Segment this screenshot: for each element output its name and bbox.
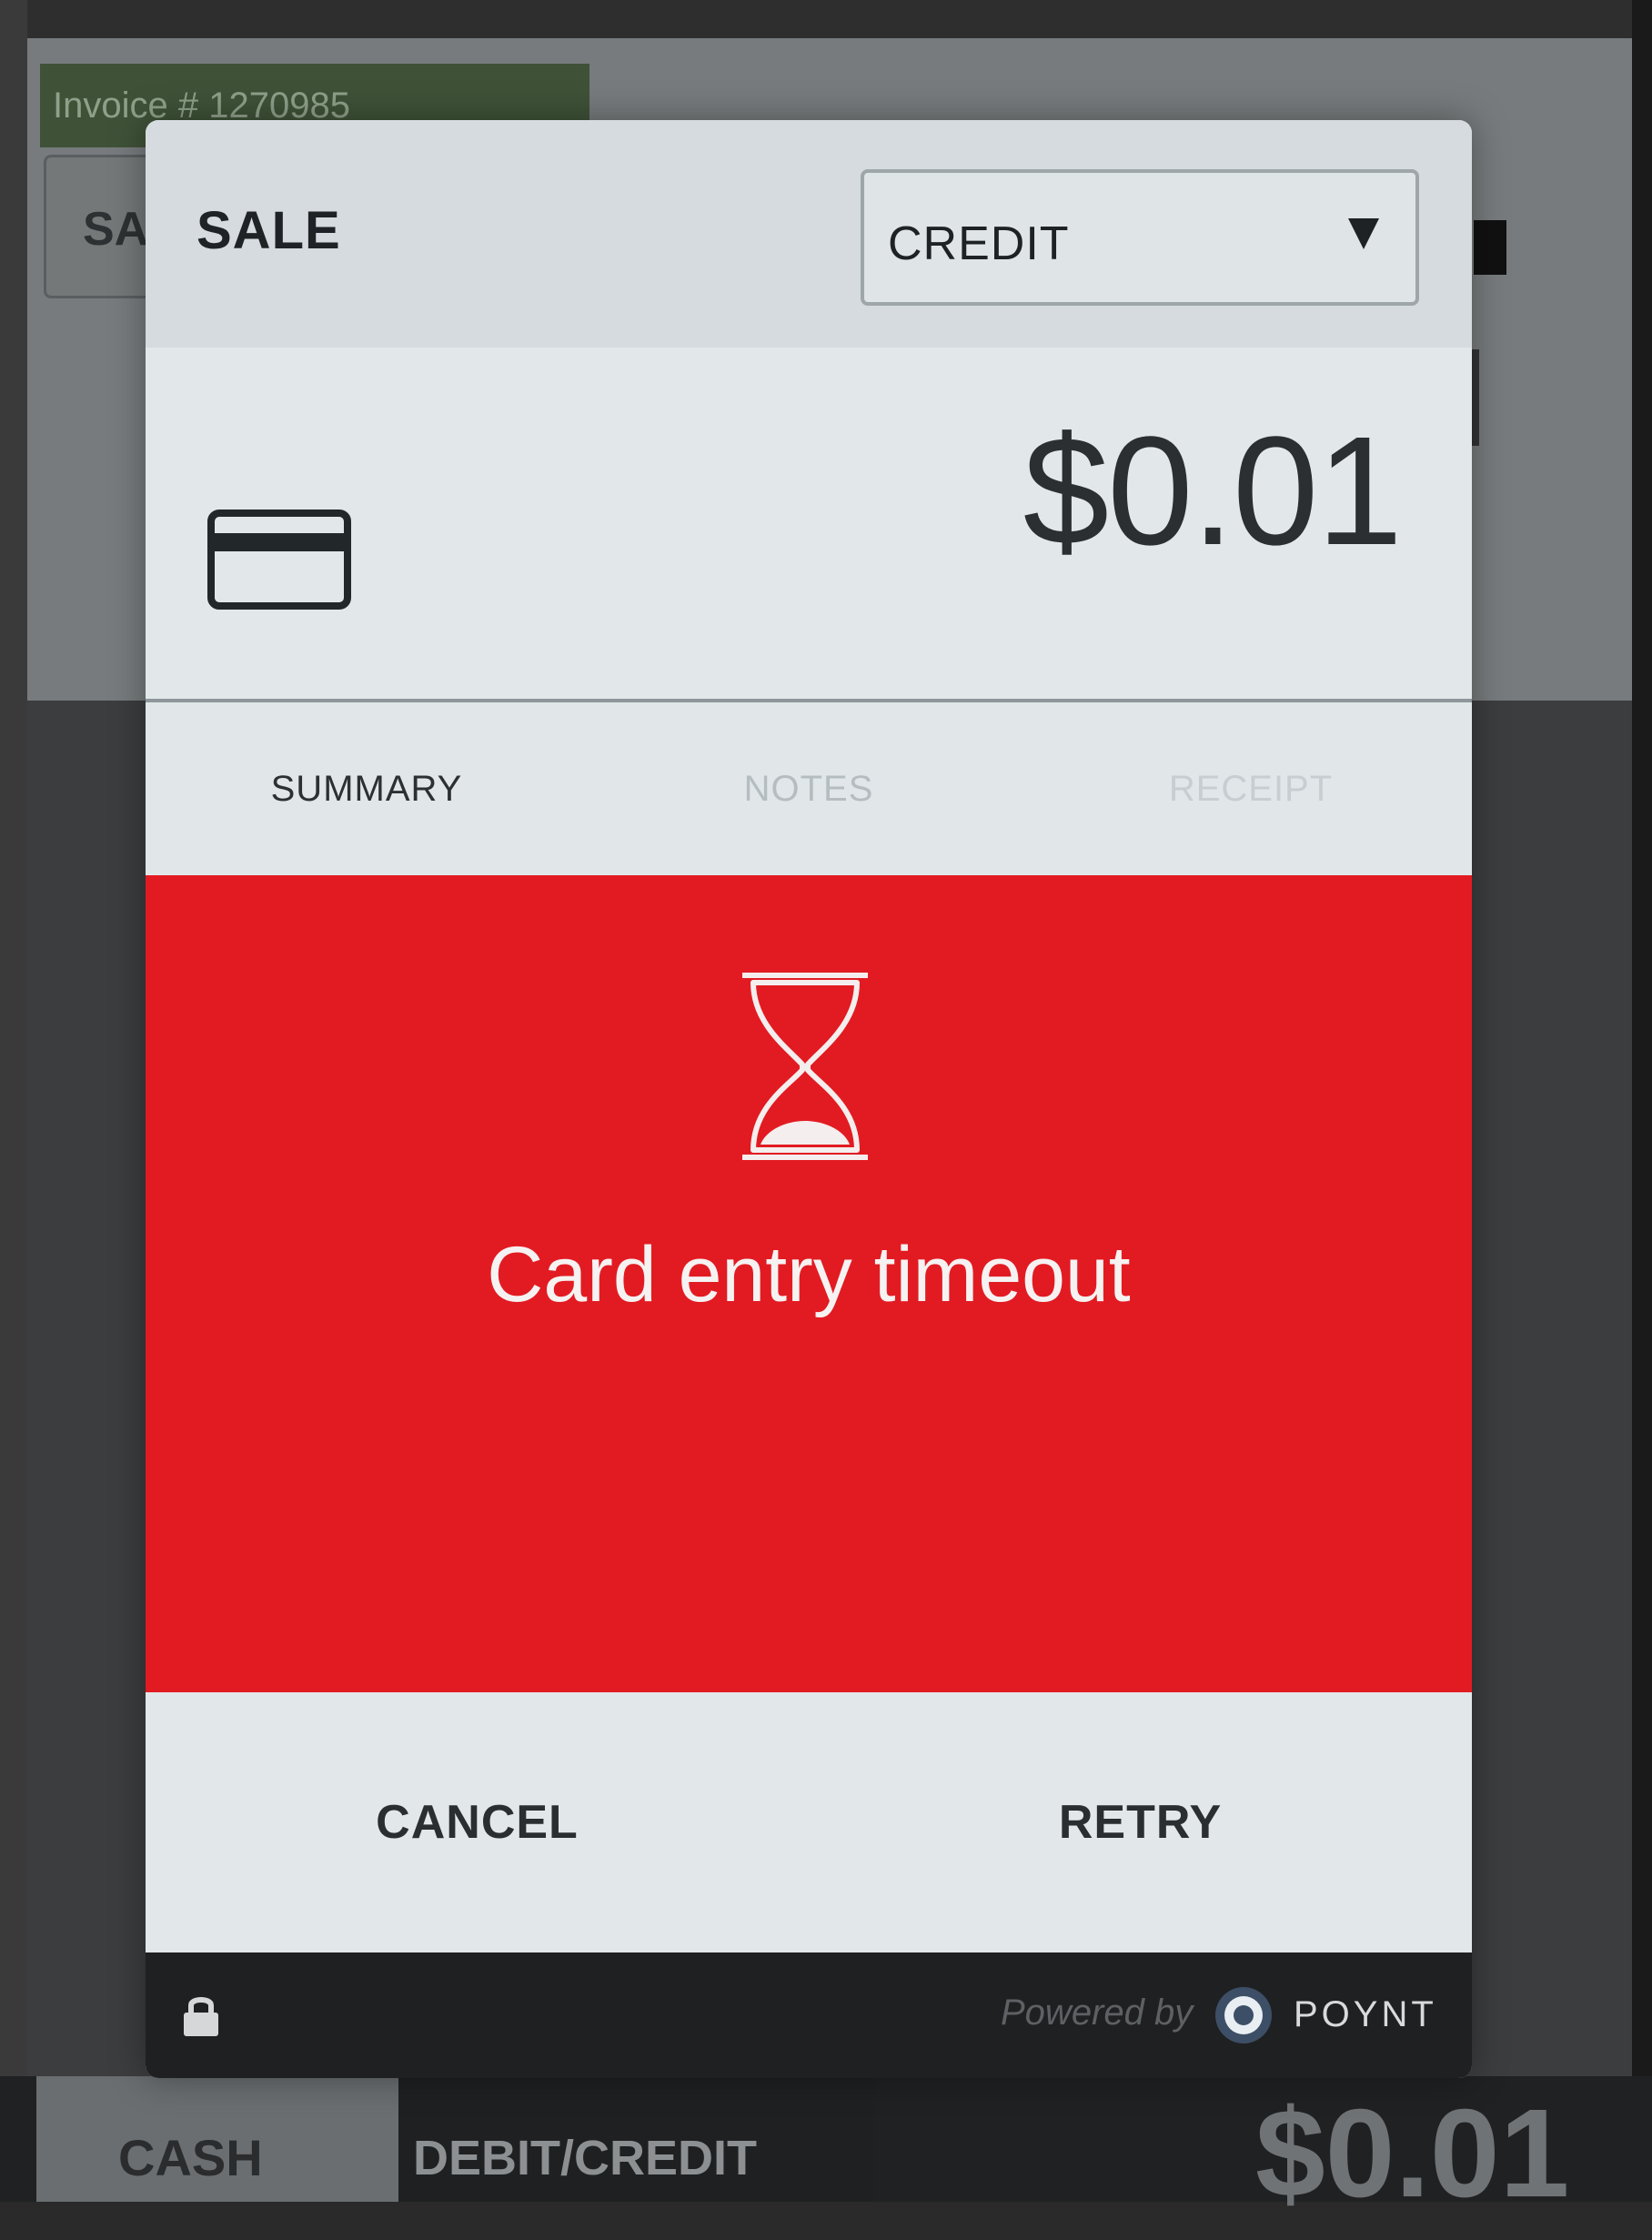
dropdown-arrow-icon [1348,218,1379,249]
credit-card-icon [207,510,351,610]
dialog-footer: Powered by POYNT [146,1952,1472,2078]
hourglass-icon [742,973,868,1160]
dialog-title: SALE [196,201,341,260]
retry-button[interactable]: RETRY [809,1692,1472,1952]
status-message: Card entry timeout [487,1231,1131,1318]
status-panel: Card entry timeout [146,875,1472,1692]
tab-receipt[interactable]: RECEIPT [1030,702,1472,875]
amount-area: $0.01 [146,348,1472,701]
device-bezel-top [0,0,1652,38]
dialog-tabs: SUMMARY NOTES RECEIPT [146,702,1472,875]
lock-icon [184,1997,218,2036]
dialog-actions: CANCEL RETRY [146,1692,1472,1952]
tab-notes[interactable]: NOTES [588,702,1030,875]
device-bezel-left [0,0,27,2202]
poynt-logo-icon [1215,1987,1272,2043]
payment-type-value: CREDIT [888,217,1070,270]
tab-summary[interactable]: SUMMARY [146,702,588,875]
background-control [1474,220,1506,275]
tab-debit-credit[interactable]: DEBIT/CREDIT [400,2076,873,2202]
poynt-brand: POYNT [1294,1994,1437,2034]
cancel-button[interactable]: CANCEL [146,1692,809,1952]
payment-dialog: SALE CREDIT $0.01 SUMMARY NOTES RECEIPT … [146,120,1472,2078]
powered-by-label: Powered by [1001,1993,1194,2033]
background-total: $0.01 [1255,2084,1570,2224]
payment-type-select[interactable]: CREDIT [861,169,1419,306]
device-bezel-right [1632,0,1652,2202]
amount-display: $0.01 [1022,405,1403,578]
dialog-header: SALE CREDIT [146,120,1472,348]
tab-cash[interactable]: CASH [36,2076,398,2202]
